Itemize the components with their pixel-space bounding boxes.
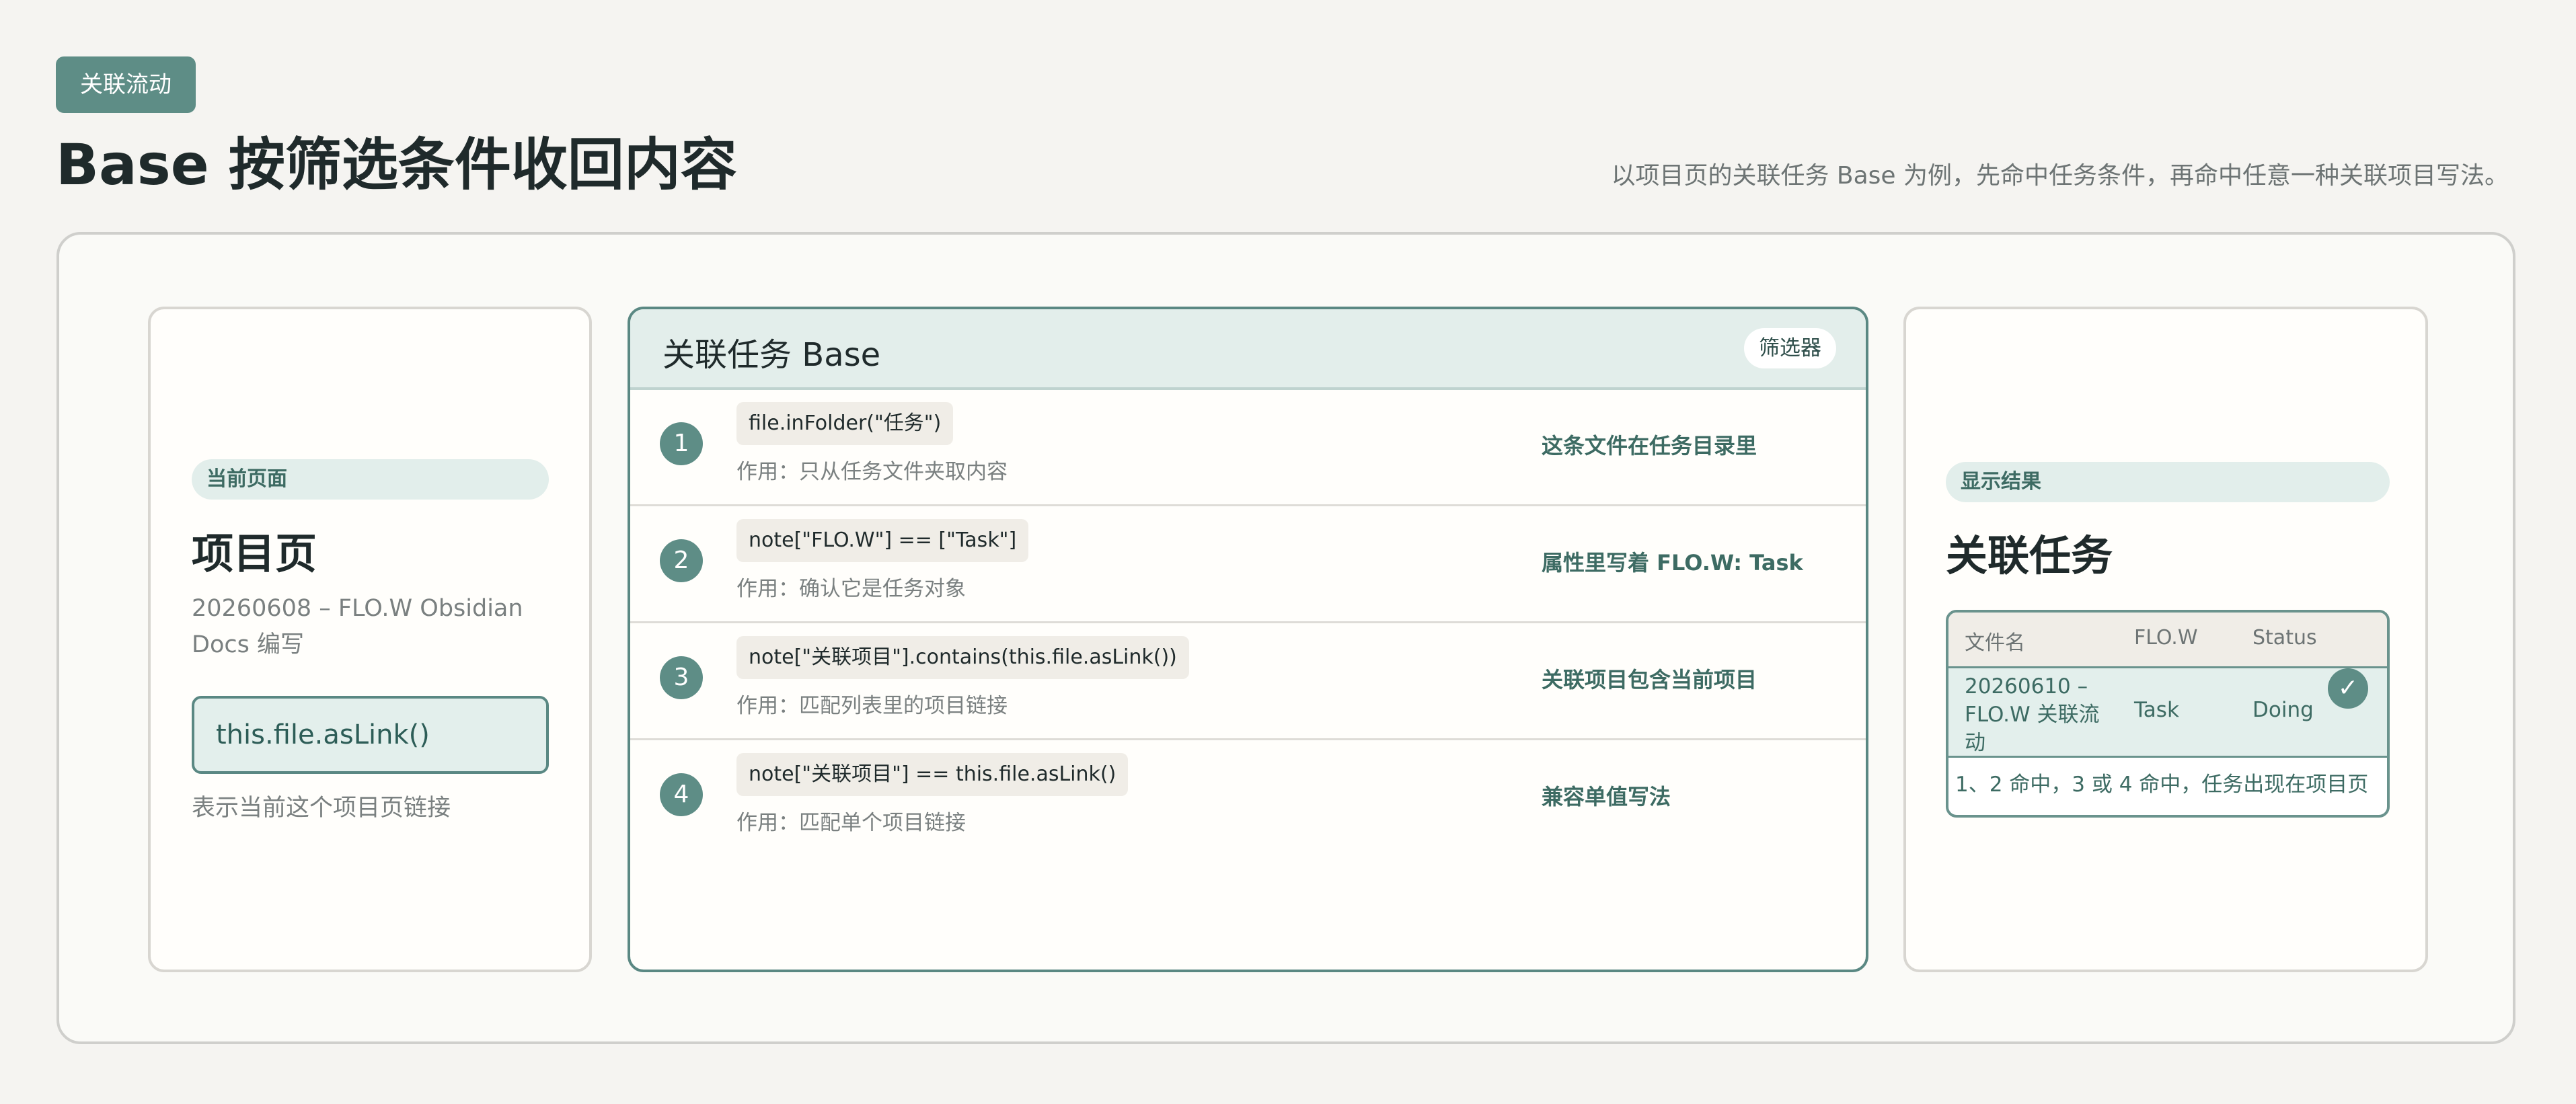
filter-description: 这条文件在任务目录里 bbox=[1542, 433, 1757, 459]
base-card-title: 关联任务 Base bbox=[662, 336, 881, 374]
related-tasks-base-card: 关联任务 Base 筛选器 1 file.inFolder("任务") 作用：只… bbox=[628, 307, 1868, 972]
check-icon: ✓ bbox=[2328, 668, 2368, 709]
page-subtitle: 以项目页的关联任务 Base 为例，先命中任务条件，再命中任意一种关联项目写法。 bbox=[1611, 162, 2509, 190]
cell-status: Doing bbox=[2252, 698, 2314, 722]
current-link-note: 表示当前这个项目页链接 bbox=[192, 795, 451, 822]
filter-description: 关联项目包含当前项目 bbox=[1542, 667, 1757, 693]
step-number-badge: 1 bbox=[660, 422, 703, 465]
filter-role: 作用：匹配列表里的项目链接 bbox=[736, 694, 1008, 718]
table-row[interactable]: 20260610 – FLO.W 关联流动 Task Doing ✓ bbox=[1948, 668, 2387, 758]
step-number-badge: 4 bbox=[660, 773, 703, 816]
filter-row: 4 note["关联项目"] == this.file.asLink() 作用：… bbox=[630, 738, 1866, 855]
step-number-badge: 3 bbox=[660, 656, 703, 699]
base-card-header: 关联任务 Base 筛选器 bbox=[630, 309, 1866, 390]
result-table: 文件名 FLO.W Status 20260610 – FLO.W 关联流动 T… bbox=[1946, 610, 2390, 818]
current-link-code: this.file.asLink() bbox=[192, 696, 549, 774]
current-page-pill: 当前页面 bbox=[192, 459, 549, 500]
result-card: 显示结果 关联任务 文件名 FLO.W Status 20260610 – FL… bbox=[1903, 307, 2428, 972]
section-tag: 关联流动 bbox=[56, 56, 196, 113]
filter-role: 作用：确认它是任务对象 bbox=[736, 577, 966, 601]
step-number-badge: 2 bbox=[660, 539, 703, 582]
current-page-card: 当前页面 项目页 20260608 – FLO.W Obsidian Docs … bbox=[148, 307, 592, 972]
filter-code: note["关联项目"].contains(this.file.asLink()… bbox=[736, 636, 1189, 679]
filter-description: 兼容单值写法 bbox=[1542, 784, 1671, 810]
filter-description: 属性里写着 FLO.W: Task bbox=[1542, 550, 1803, 576]
column-header-flow: FLO.W bbox=[2134, 626, 2198, 649]
result-title: 关联任务 bbox=[1946, 531, 2113, 580]
filter-role: 作用：匹配单个项目链接 bbox=[736, 811, 966, 835]
filter-row: 3 note["关联项目"].contains(this.file.asLink… bbox=[630, 621, 1866, 740]
filter-button[interactable]: 筛选器 bbox=[1744, 328, 1836, 368]
project-page-title: 项目页 bbox=[192, 529, 317, 578]
filter-code: file.inFolder("任务") bbox=[736, 402, 954, 445]
project-page-meta: 20260608 – FLO.W Obsidian Docs 编写 bbox=[192, 595, 523, 658]
filter-row: 1 file.inFolder("任务") 作用：只从任务文件夹取内容 这条文件… bbox=[630, 387, 1866, 506]
result-pill: 显示结果 bbox=[1946, 462, 2390, 502]
table-header: 文件名 FLO.W Status bbox=[1948, 613, 2387, 668]
cell-name: 20260610 – FLO.W 关联流动 bbox=[1965, 674, 2100, 755]
cell-flow: Task bbox=[2134, 698, 2179, 722]
result-summary: 1、2 命中，3 或 4 命中，任务出现在项目页 bbox=[1955, 773, 2369, 797]
column-header-status: Status bbox=[2252, 626, 2317, 649]
filter-code: note["FLO.W"] == ["Task"] bbox=[736, 519, 1029, 562]
filter-code: note["关联项目"] == this.file.asLink() bbox=[736, 753, 1129, 796]
filter-row: 2 note["FLO.W"] == ["Task"] 作用：确认它是任务对象 … bbox=[630, 504, 1866, 623]
column-header-name: 文件名 bbox=[1965, 631, 2025, 655]
page-title: Base 按筛选条件收回内容 bbox=[56, 132, 737, 198]
filter-role: 作用：只从任务文件夹取内容 bbox=[736, 460, 1008, 484]
